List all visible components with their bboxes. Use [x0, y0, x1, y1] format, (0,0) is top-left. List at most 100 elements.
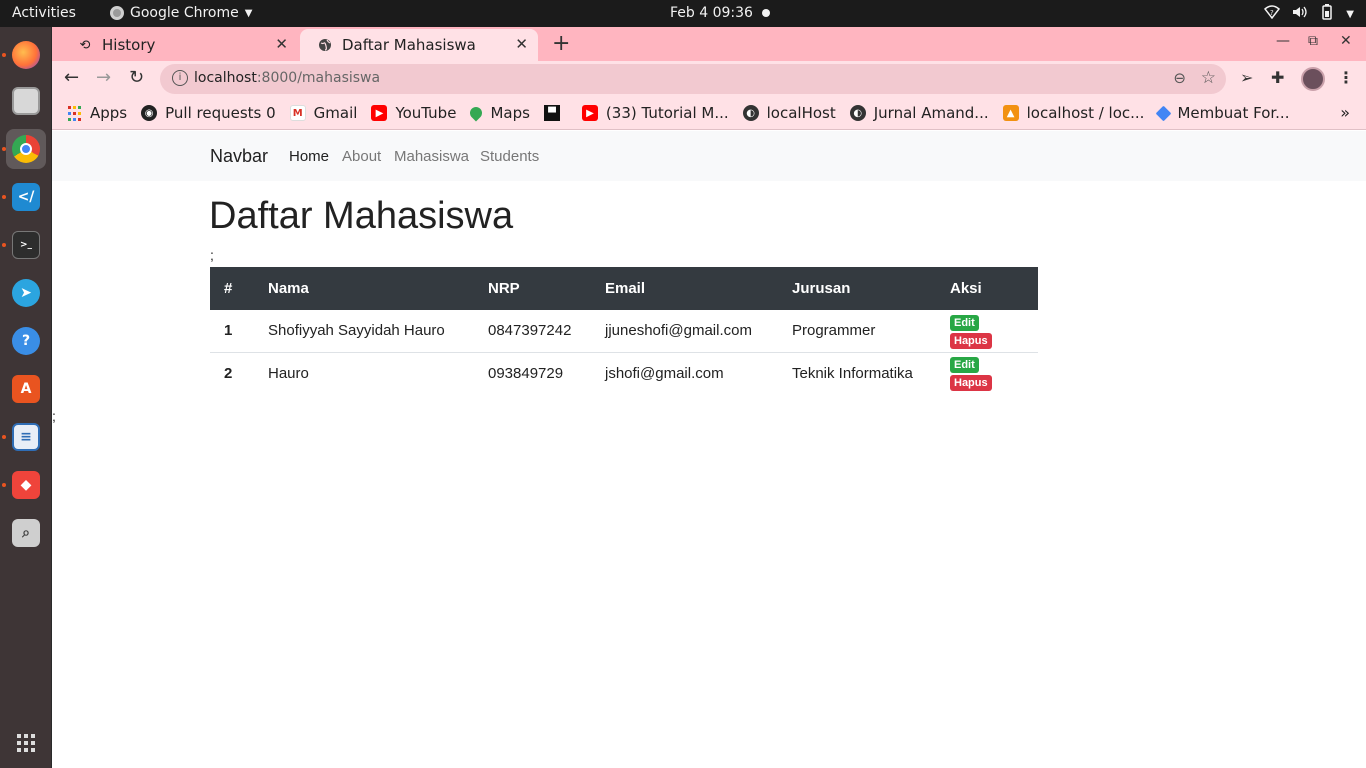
- nav-link-mahasiswa[interactable]: Mahasiswa: [394, 148, 469, 165]
- gmail-icon: M: [289, 105, 306, 121]
- running-indicator: [2, 195, 6, 199]
- bookmark-star-icon[interactable]: ☆: [1201, 68, 1216, 88]
- bookmark-youtube[interactable]: ▶ YouTube: [371, 104, 456, 122]
- cell-no: 1: [210, 310, 254, 353]
- address-bar[interactable]: i localhost:8000/mahasiswa ⊖ ☆: [160, 64, 1226, 94]
- edit-button[interactable]: Edit: [950, 357, 979, 374]
- delete-button[interactable]: Hapus: [950, 375, 992, 392]
- cell-email: jjuneshofi@gmail.com: [591, 310, 778, 353]
- bookmark-tutorial[interactable]: ▶ (33) Tutorial M...: [581, 104, 729, 122]
- svg-text:?: ?: [1270, 9, 1274, 17]
- avatar[interactable]: [1301, 67, 1325, 91]
- running-indicator: [2, 483, 6, 487]
- bookmark-localhost[interactable]: ◐ localHost: [742, 104, 836, 122]
- bookmark-pull-requests[interactable]: ◉ Pull requests 0: [141, 104, 276, 122]
- dock-anydesk[interactable]: ◆: [6, 465, 46, 505]
- url-text[interactable]: localhost:8000/mahasiswa: [194, 70, 380, 86]
- terminal-icon: >_: [12, 231, 40, 259]
- dock-firefox[interactable]: [6, 35, 46, 75]
- menu-icon[interactable]: ⋮: [1338, 68, 1354, 87]
- app-menu[interactable]: Google Chrome ▼: [110, 5, 252, 21]
- bookmark-apps[interactable]: Apps: [66, 104, 127, 122]
- bookmark-unsplash[interactable]: ▀: [543, 105, 568, 121]
- youtube-icon: ▶: [581, 105, 598, 121]
- new-tab-button[interactable]: +: [552, 31, 570, 56]
- telegram-icon: ➤: [12, 279, 40, 307]
- browser-toolbar: ← → ↻ i localhost:8000/mahasiswa ⊖ ☆ ➢ ✚…: [52, 61, 1366, 97]
- notification-dot: [762, 9, 770, 17]
- apps-grid-icon: [66, 105, 82, 121]
- drive-icon: [1156, 105, 1172, 121]
- nav-link-home[interactable]: Home: [289, 148, 329, 165]
- minimize-button[interactable]: —: [1276, 33, 1290, 49]
- restore-button[interactable]: ⧉: [1308, 33, 1318, 49]
- clock[interactable]: Feb 4 09:36: [670, 5, 753, 21]
- dock-terminal[interactable]: >_: [6, 225, 46, 265]
- globe-icon: ◐: [742, 105, 759, 121]
- column-header: Email: [591, 267, 778, 310]
- show-applications-button[interactable]: [6, 723, 46, 763]
- nav-link-about[interactable]: About: [342, 148, 381, 165]
- app-grid-icon: [17, 734, 35, 752]
- mahasiswa-table: # Nama NRP Email Jurusan Aksi 1 Shofiyya…: [210, 267, 1038, 394]
- close-icon[interactable]: ✕: [515, 35, 528, 53]
- system-top-bar: Activities Google Chrome ▼ Feb 4 09:36 ?…: [0, 0, 1366, 27]
- dock-files[interactable]: [6, 81, 46, 121]
- running-indicator: [2, 243, 6, 247]
- navbar-brand[interactable]: Navbar: [210, 146, 268, 167]
- files-icon: [12, 87, 40, 115]
- cell-jurusan: Teknik Informatika: [792, 364, 913, 382]
- send-icon[interactable]: ➢: [1240, 68, 1253, 87]
- edit-button[interactable]: Edit: [950, 314, 979, 331]
- dock-software[interactable]: A: [6, 369, 46, 409]
- page-viewport: Navbar Home About Mahasiswa Students Daf…: [52, 131, 1366, 768]
- info-icon[interactable]: i: [172, 70, 188, 86]
- anydesk-icon: ◆: [12, 471, 40, 499]
- table-header-row: # Nama NRP Email Jurusan Aksi: [210, 267, 1038, 310]
- stray-semicolon: ;: [52, 408, 56, 424]
- vscode-icon: </: [12, 183, 40, 211]
- bookmark-jurnal[interactable]: ◐ Jurnal Amand...: [849, 104, 989, 122]
- cell-jurusan: Programmer: [778, 310, 936, 353]
- dock-help[interactable]: ?: [6, 321, 46, 361]
- chevron-down-icon: ▼: [1346, 8, 1354, 20]
- youtube-icon: ▶: [371, 105, 388, 121]
- software-icon: A: [12, 375, 40, 403]
- dock-vscode[interactable]: </: [6, 177, 46, 217]
- cell-email: jshofi@gmail.com: [605, 364, 724, 382]
- bookmark-membuat[interactable]: Membuat For...: [1156, 104, 1289, 122]
- close-window-button[interactable]: ✕: [1340, 33, 1352, 49]
- battery-icon: [1320, 4, 1334, 24]
- dock-chrome[interactable]: [6, 129, 46, 169]
- close-icon[interactable]: ✕: [275, 35, 288, 53]
- tab-history[interactable]: ⟲ History ✕: [60, 29, 298, 61]
- dock-search[interactable]: ⌕: [6, 513, 46, 553]
- chrome-icon: [12, 135, 40, 163]
- zoom-icon[interactable]: ⊖: [1173, 69, 1186, 87]
- bookmark-maps[interactable]: Maps: [467, 104, 530, 122]
- chevron-down-icon: ▼: [244, 7, 253, 19]
- dock-writer[interactable]: ≡: [6, 417, 46, 457]
- reload-button[interactable]: ↻: [129, 67, 144, 88]
- history-icon: ⟲: [79, 37, 91, 53]
- extensions-icon[interactable]: ✚: [1271, 68, 1284, 87]
- github-icon: ◉: [141, 105, 158, 121]
- bookmark-phpmyadmin[interactable]: ▲ localhost / loc...: [1002, 104, 1144, 122]
- cell-nama: Hauro: [268, 364, 309, 382]
- forward-button[interactable]: →: [96, 67, 111, 88]
- chevron-double-right-icon[interactable]: »: [1340, 103, 1350, 122]
- column-header: Aksi: [936, 267, 1038, 310]
- dock-telegram[interactable]: ➤: [6, 273, 46, 313]
- search-icon: ⌕: [12, 519, 40, 547]
- activities-button[interactable]: Activities: [12, 5, 76, 21]
- nav-link-students[interactable]: Students: [480, 148, 539, 165]
- tab-title: Daftar Mahasiswa: [342, 36, 476, 54]
- page-title: Daftar Mahasiswa: [209, 195, 514, 237]
- back-button[interactable]: ←: [64, 67, 79, 88]
- bookmark-gmail[interactable]: M Gmail: [289, 104, 357, 122]
- tab-daftar-mahasiswa[interactable]: Daftar Mahasiswa ✕: [300, 29, 538, 61]
- system-tray[interactable]: ? ▼: [1264, 4, 1354, 24]
- running-indicator: [2, 147, 6, 151]
- delete-button[interactable]: Hapus: [950, 332, 992, 349]
- help-icon: ?: [12, 327, 40, 355]
